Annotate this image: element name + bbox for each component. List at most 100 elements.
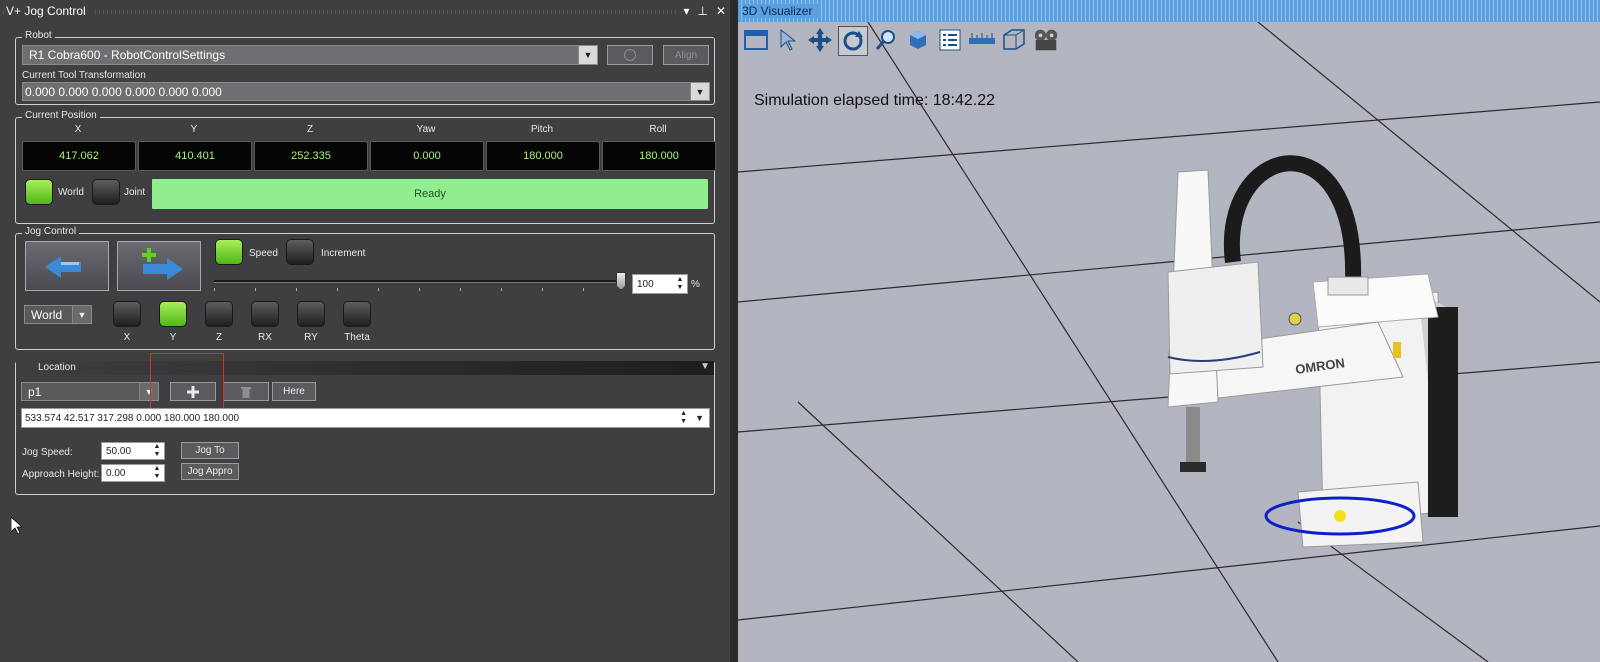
speed-toggle[interactable]	[215, 239, 243, 265]
approach-height-value: 0.00	[106, 467, 126, 479]
arrow-left-icon	[45, 256, 81, 278]
axis-y-button[interactable]	[159, 301, 187, 327]
box-icon[interactable]	[1000, 26, 1028, 54]
slider-track	[214, 280, 624, 283]
speed-slider[interactable]	[214, 272, 626, 296]
jog-control-panel: V+ Jog Control ▾ ⊥ ✕ Robot R1 Cobra600 -…	[0, 0, 738, 662]
world-label: World	[58, 187, 84, 198]
jog-group-label: Jog Control	[22, 226, 80, 237]
here-button[interactable]: Here	[272, 382, 316, 401]
robot-base-plate	[1297, 481, 1424, 548]
status-badge: Ready	[152, 179, 708, 209]
robot-quill	[1186, 407, 1200, 467]
speed-label: Speed	[249, 248, 278, 259]
location-value-input[interactable]: 533.574 42.517 317.298 0.000 180.000 180…	[21, 408, 710, 428]
world-toggle[interactable]	[25, 179, 53, 205]
header-roll: Roll	[649, 124, 667, 135]
joint-toggle[interactable]	[92, 179, 120, 205]
camera-icon[interactable]	[1032, 26, 1060, 54]
tool-transform-value: 0.000 0.000 0.000 0.000 0.000 0.000	[25, 84, 222, 99]
robot-indicator	[1393, 342, 1401, 358]
mouse-cursor-icon	[11, 517, 23, 535]
axis-x-button[interactable]	[113, 301, 141, 327]
header-z: Z	[306, 124, 314, 135]
tree-icon[interactable]	[936, 26, 964, 54]
rotate-icon[interactable]	[838, 26, 868, 56]
window-icon[interactable]	[742, 26, 770, 54]
robot-gripper	[1180, 462, 1206, 472]
jog-control-group: Jog Control Speed Increment 100 ▲ ▼ % Wo…	[15, 226, 715, 350]
axis-x-label: X	[123, 332, 131, 343]
axis-theta-label: Theta	[344, 332, 370, 343]
spinner-icon[interactable]: ▲ ▼	[152, 443, 162, 458]
position-pitch-value: 180.000	[486, 141, 600, 171]
header-pitch: Pitch	[530, 124, 554, 135]
jog-plus-button[interactable]	[117, 241, 201, 291]
select-icon[interactable]	[774, 26, 802, 54]
add-location-button[interactable]	[170, 382, 216, 401]
jog-speed-input[interactable]: 50.00 ▲ ▼	[101, 442, 165, 460]
position-x-value: 417.062	[22, 141, 136, 171]
location-value: 533.574 42.517 317.298 0.000 180.000 180…	[25, 412, 240, 424]
visualizer-titlebar: 3D Visualizer	[738, 0, 1600, 22]
increment-toggle[interactable]	[286, 239, 314, 265]
frame-select-value: World	[31, 307, 63, 322]
pan-icon[interactable]	[806, 26, 834, 54]
robot-group-label: Robot	[22, 30, 55, 41]
current-position-group: Current Position X Y Z Yaw Pitch Roll 41…	[15, 110, 716, 224]
panel-title: V+ Jog Control	[6, 4, 92, 18]
dropdown-icon[interactable]: ▾	[683, 4, 689, 18]
align-button[interactable]: Align	[663, 45, 709, 65]
header-x: X	[74, 124, 82, 135]
frame-select[interactable]: World ▼	[24, 305, 92, 324]
spinner-icon[interactable]: ▲ ▼	[152, 465, 162, 480]
close-icon[interactable]: ✕	[716, 4, 726, 18]
connect-button[interactable]	[607, 45, 653, 65]
jog-appro-button[interactable]: Jog Appro	[181, 463, 239, 480]
pin-icon[interactable]: ⊥	[697, 4, 707, 18]
jog-titlebar: V+ Jog Control ▾ ⊥ ✕	[0, 0, 730, 22]
delete-location-button[interactable]	[223, 382, 269, 401]
position-z-value: 252.335	[254, 141, 368, 171]
robot-back-plate	[1428, 307, 1458, 517]
tool-transform-select[interactable]: 0.000 0.000 0.000 0.000 0.000 0.000 ▼	[22, 82, 710, 101]
robot-eyebolt	[1288, 312, 1302, 326]
jog-minus-button[interactable]	[25, 241, 109, 291]
slider-ticks	[214, 288, 624, 291]
robot-select[interactable]: R1 Cobra600 - RobotControlSettings ▼	[22, 45, 598, 65]
robot-cable-mount	[1327, 276, 1369, 296]
position-yaw-value: 0.000	[370, 141, 484, 171]
axis-z-button[interactable]	[205, 301, 233, 327]
cube-icon[interactable]	[904, 26, 932, 54]
speed-percent-input[interactable]: 100 ▲ ▼	[632, 274, 688, 294]
spinner-icon[interactable]: ▲ ▼	[675, 276, 685, 292]
speed-percent-value: 100	[637, 278, 654, 290]
location-group-label: Location	[38, 362, 76, 373]
axis-theta-button[interactable]	[343, 301, 371, 327]
visualizer-title: 3D Visualizer	[742, 4, 819, 18]
chevron-down-icon[interactable]: ▼	[695, 413, 704, 423]
spinner-icon[interactable]: ▲ ▼	[680, 410, 687, 426]
connect-icon	[624, 49, 636, 61]
viewport-scene[interactable]: OMRON	[738, 22, 1600, 662]
position-y-value: 410.401	[138, 141, 252, 171]
collapse-icon[interactable]: ▼	[700, 361, 710, 372]
plus-icon	[187, 385, 199, 398]
axis-ry-button[interactable]	[297, 301, 325, 327]
approach-height-input[interactable]: 0.00 ▲ ▼	[101, 464, 165, 482]
location-select[interactable]: p1 ▼	[21, 382, 159, 401]
chevron-down-icon: ▼	[139, 383, 158, 400]
approach-height-label: Approach Height:	[22, 469, 100, 480]
zoom-icon[interactable]	[872, 26, 900, 54]
position-group-label: Current Position	[22, 110, 100, 121]
chevron-down-icon: ▼	[690, 83, 709, 100]
ruler-icon[interactable]	[968, 26, 996, 54]
base-origin-marker	[1334, 510, 1346, 522]
tool-transform-label: Current Tool Transformation	[22, 70, 146, 81]
arrow-right-plus-icon	[142, 248, 183, 280]
simulation-time: Simulation elapsed time: 18:42.22	[754, 92, 996, 109]
axis-rx-button[interactable]	[251, 301, 279, 327]
location-header[interactable]: Location ▼	[16, 361, 714, 375]
jog-to-button[interactable]: Jog To	[181, 442, 239, 459]
visualizer-panel: 3D Visualizer OMRON Simulation elapsed t…	[738, 0, 1600, 662]
